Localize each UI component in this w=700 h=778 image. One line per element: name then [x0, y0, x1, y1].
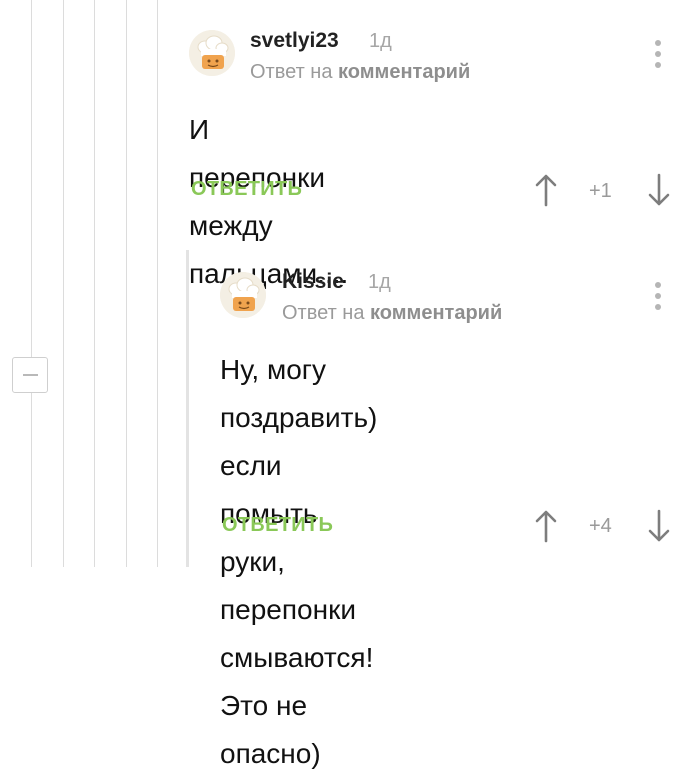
comment-author[interactable]: svetlyi23 [250, 29, 339, 53]
thread-line-4 [126, 0, 127, 567]
collapse-minus-icon [23, 374, 38, 376]
comment-text-line: смываются! Это не опасно) [220, 642, 374, 769]
avatar[interactable] [220, 272, 266, 318]
reply-prefix: Ответ на [250, 61, 333, 83]
reply-to-line: Ответ на комментарий [282, 302, 502, 325]
reply-button[interactable]: ОТВЕТИТЬ [222, 514, 333, 537]
reply-button[interactable]: ОТВЕТИТЬ [191, 178, 302, 201]
more-vertical-icon[interactable] [652, 40, 664, 70]
reply-prefix: Ответ на [282, 302, 365, 324]
comment-text-line: Ну, могу поздравить) если [220, 354, 378, 481]
thread-line-5 [157, 0, 158, 567]
nested-thread-border [186, 250, 189, 567]
comment-time: 1д [369, 30, 392, 52]
comment-rating: +1 [589, 180, 612, 202]
thread-line-3 [94, 0, 95, 567]
reply-target-link[interactable]: комментарий [338, 61, 470, 83]
reply-target-link[interactable]: комментарий [370, 302, 502, 324]
comment-text: Ну, могу поздравить) если помыть руки, п… [220, 346, 377, 778]
upvote-arrow-icon[interactable] [534, 173, 558, 207]
upvote-arrow-icon[interactable] [534, 509, 558, 543]
collapse-thread-button[interactable] [12, 357, 48, 393]
downvote-arrow-icon[interactable] [647, 509, 671, 543]
reply-to-line: Ответ на комментарий [250, 61, 470, 84]
comment-time: 1д [368, 271, 391, 293]
thread-line-2 [63, 0, 64, 567]
chef-avatar [220, 272, 266, 318]
comment-rating: +4 [589, 515, 612, 537]
comment-text-line: помыть руки, перепонки [220, 498, 356, 625]
avatar[interactable] [189, 30, 235, 76]
more-vertical-icon[interactable] [652, 282, 664, 312]
chef-avatar [189, 30, 235, 76]
downvote-arrow-icon[interactable] [647, 173, 671, 207]
thread-line-1 [31, 0, 32, 567]
comment-author[interactable]: Kissie [282, 270, 344, 294]
